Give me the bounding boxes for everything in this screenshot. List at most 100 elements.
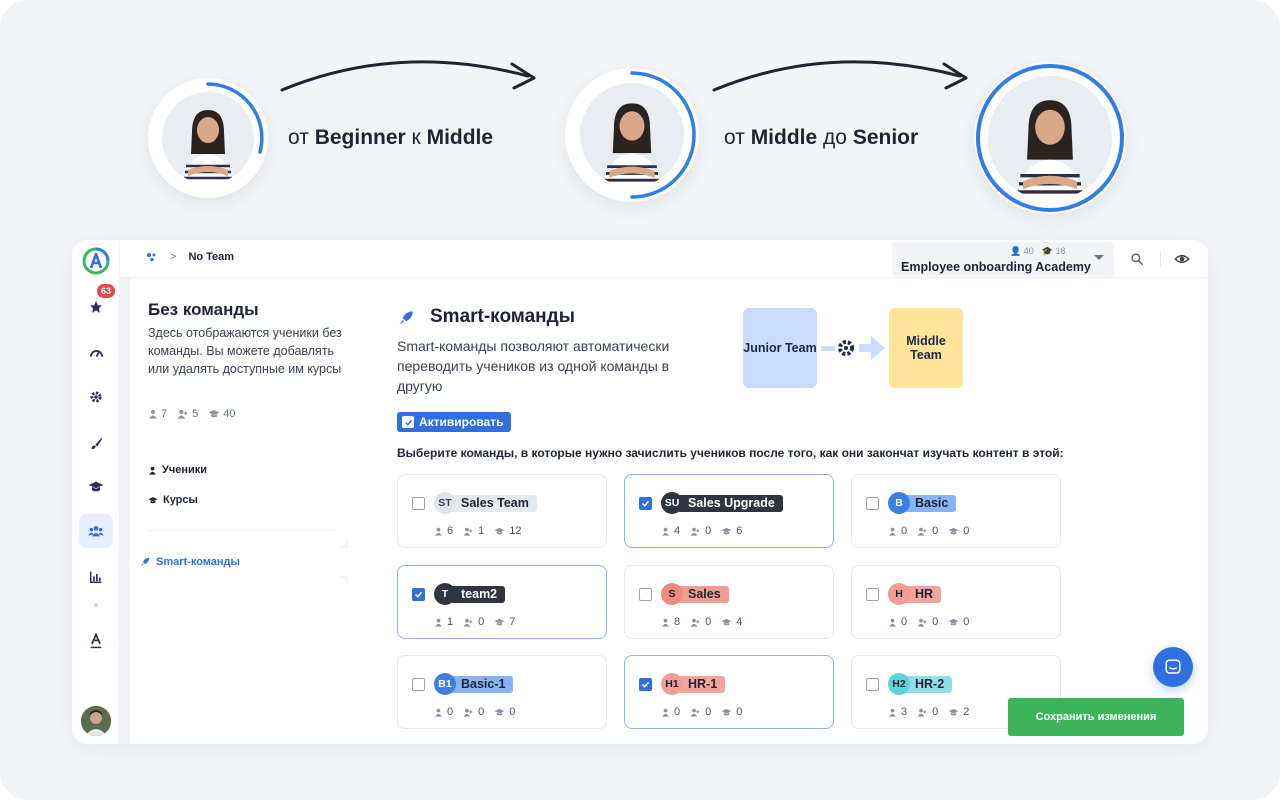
team-name: Sales Upgrade [679, 494, 783, 512]
team-checkbox[interactable] [866, 678, 879, 691]
rocket-icon [399, 311, 413, 325]
gear-icon[interactable] [79, 380, 113, 414]
brush-icon[interactable] [79, 426, 113, 460]
team-name: HR-1 [679, 675, 726, 693]
activate-checkbox[interactable]: Активировать [397, 412, 511, 432]
team-checkbox[interactable] [639, 588, 652, 601]
teams-count: 1 [463, 525, 484, 537]
users-count: 3 [888, 706, 907, 718]
team-description: Здесь отображаются ученики без команды. … [148, 326, 342, 376]
courses-count: 0 [948, 525, 969, 537]
middle-team-card: Middle Team [889, 308, 963, 388]
divider [148, 530, 334, 531]
team-title: Без команды [148, 300, 259, 319]
team-checkbox[interactable] [866, 497, 879, 510]
team-card[interactable]: B1 Basic-1 0 0 0 [397, 655, 607, 729]
check-icon [641, 500, 650, 507]
person-photo [580, 83, 684, 187]
team-chip: H1 HR-1 [661, 673, 726, 695]
arrow-icon [280, 60, 536, 92]
teams-count: 0 [690, 525, 711, 537]
eye-icon[interactable] [1172, 249, 1192, 269]
team-checkbox[interactable] [412, 588, 425, 601]
courses-count: 0 [721, 706, 742, 718]
check-icon [402, 416, 414, 428]
academy-selector[interactable]: 👤 40 🎓 18 Employee onboarding Academy [892, 242, 1114, 276]
team-name: HR-2 [906, 675, 953, 693]
nav-smart-teams[interactable]: Smart-команды [130, 548, 348, 576]
team-card-stats: 804 [661, 616, 742, 628]
team-card-stats: 107 [434, 616, 515, 628]
team-card[interactable]: Tteam2 1 0 7 [397, 565, 607, 639]
users-count: 1 [434, 616, 453, 628]
courses-count: 7 [494, 616, 515, 628]
team-card[interactable]: ST Sales Team 6 1 12 [397, 474, 607, 548]
courses-count: 0 [494, 706, 515, 718]
teams-count: 0 [917, 525, 938, 537]
team-chip: B1 Basic-1 [434, 673, 514, 695]
avatar[interactable] [81, 706, 111, 736]
team-card-stats: 000 [888, 616, 969, 628]
team-card[interactable]: B Basic 0 0 0 [851, 474, 1061, 548]
team-initials: B [888, 492, 910, 514]
team-checkbox[interactable] [639, 497, 652, 510]
person-photo [162, 92, 254, 184]
chat-button[interactable] [1153, 647, 1193, 687]
team-chip: H HR [888, 583, 942, 605]
logo-icon[interactable] [79, 244, 113, 278]
academy-courses-count: 🎓 18 [1041, 246, 1066, 256]
avatar-senior [974, 62, 1126, 214]
courses-count: 0 [948, 616, 969, 628]
academy-stats: 👤 40 🎓 18 [1010, 246, 1065, 257]
team-stats: 7 5 40 [148, 408, 236, 420]
users-count: 8 [661, 616, 680, 628]
nav-students[interactable]: Ученики [148, 464, 207, 476]
team-initials: SU [661, 492, 683, 514]
team-card[interactable]: H HR 0 0 0 [851, 565, 1061, 639]
team-card[interactable]: SU Sales Upgrade 4 0 6 [624, 474, 834, 548]
team-card[interactable]: H1 HR-1 0 0 0 [624, 655, 834, 729]
team-card-stats: 000 [434, 706, 515, 718]
chevron-down-icon [1094, 255, 1104, 260]
team-chip: H2 HR-2 [888, 673, 953, 695]
transfer-arrow-icon [821, 336, 885, 360]
search-icon[interactable] [1127, 249, 1147, 269]
font-icon[interactable] [79, 624, 113, 658]
team-initials: S [661, 583, 683, 605]
page-frame: от Beginner к Middle от Middle до Senior [0, 0, 1280, 800]
analytics-icon[interactable] [79, 560, 113, 594]
save-button[interactable]: Сохранить изменения [1008, 698, 1184, 736]
academy-name: Employee onboarding Academy [901, 260, 1091, 274]
team-transfer-illustration: Junior Team Middle Team [743, 308, 965, 388]
team-chip: B Basic [888, 492, 957, 514]
graduation-cap-icon[interactable] [79, 470, 113, 504]
team-name: HR [906, 585, 942, 603]
courses-count: 4 [721, 616, 742, 628]
team-card-stats: 406 [661, 525, 742, 537]
nav-courses[interactable]: Курсы [148, 494, 198, 506]
team-panel: Без команды Здесь отображаются ученики б… [120, 278, 348, 744]
teams-icon[interactable] [146, 251, 158, 263]
teams-icon[interactable] [79, 514, 113, 548]
team-checkbox[interactable] [639, 678, 652, 691]
team-checkbox[interactable] [412, 678, 425, 691]
team-checkbox[interactable] [412, 497, 425, 510]
courses-count: 12 [494, 525, 522, 537]
graduation-cap-icon [148, 496, 158, 503]
chat-icon [1165, 659, 1181, 674]
avatar-middle [565, 68, 699, 202]
dashboard-icon[interactable] [79, 336, 113, 370]
team-card[interactable]: S Sales 8 0 4 [624, 565, 834, 639]
check-icon [414, 591, 423, 598]
topbar-divider [1160, 251, 1161, 267]
teams-count: 0 [690, 706, 711, 718]
favorites-icon[interactable]: 63 [79, 284, 115, 324]
breadcrumb-current: No Team [188, 251, 235, 263]
teams-count: 0 [463, 616, 484, 628]
team-checkbox[interactable] [866, 588, 879, 601]
users-count: 0 [661, 706, 680, 718]
team-name: Basic [906, 494, 957, 512]
app-window: 63 > No Team 👤 40 🎓 18 Employee onboardi… [72, 240, 1208, 744]
rail-divider-dot [94, 603, 98, 607]
team-initials: H2 [888, 673, 910, 695]
